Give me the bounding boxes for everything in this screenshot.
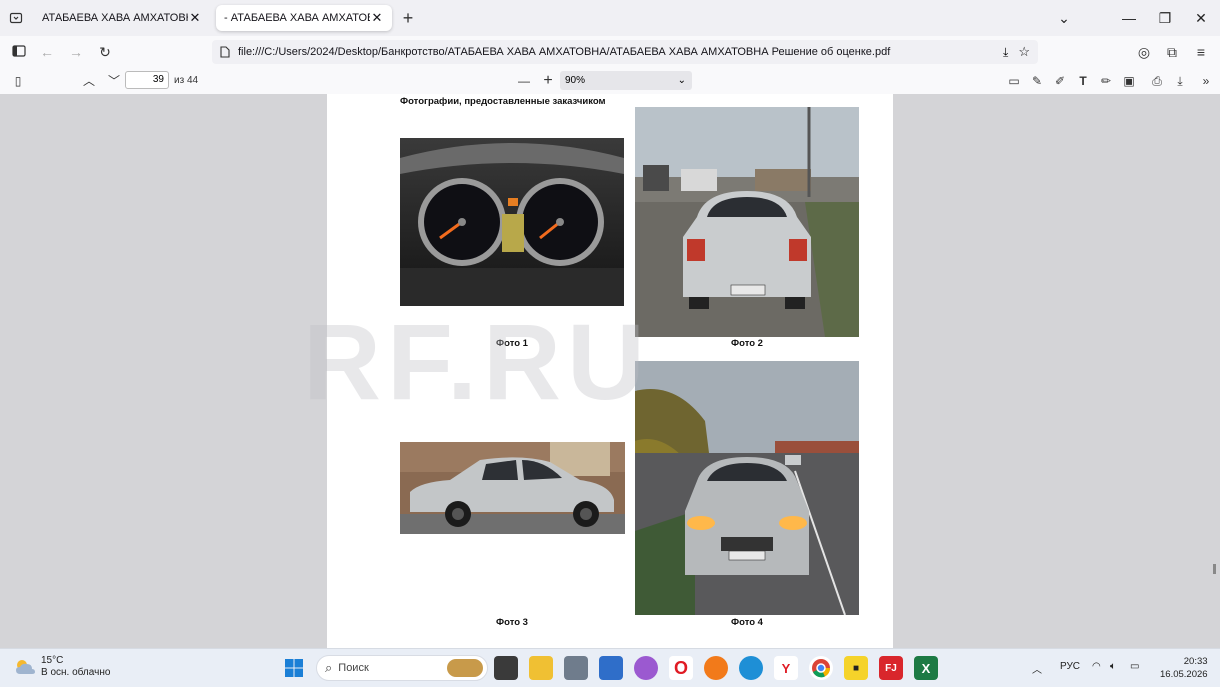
highlight-icon[interactable]: ✐ (1050, 71, 1070, 91)
url-text: file:///C:/Users/2024/Desktop/Банкротств… (238, 46, 891, 58)
close-tab-2-icon[interactable]: ✕ (370, 10, 384, 26)
edge-icon[interactable] (739, 656, 763, 680)
tab-2-title: - АТАБАЕВА ХАВА АМХАТОВНА Ре (224, 12, 370, 24)
bookmark-star-icon[interactable]: ☆ (1018, 44, 1030, 60)
file-explorer-icon[interactable] (529, 656, 553, 680)
tab-2[interactable]: - АТАБАЕВА ХАВА АМХАТОВНА Ре ✕ (216, 5, 392, 31)
more-tools-icon[interactable]: » (1196, 71, 1216, 91)
search-placeholder: Поиск (338, 662, 369, 674)
comment-icon[interactable]: ▭ (1004, 71, 1024, 91)
page-total: из 44 (174, 75, 199, 86)
fastreport-icon[interactable]: FJ (879, 656, 903, 680)
previous-page-icon[interactable]: ︿ (79, 71, 99, 91)
calculator-icon[interactable] (564, 656, 588, 680)
scrollbar-thumb[interactable] (1213, 564, 1216, 574)
restore-icon[interactable]: ❐ (1154, 8, 1176, 28)
tab-1-title: АТАБАЕВА ХАВА АМХАТОВНА Пол (42, 12, 188, 24)
wifi-icon[interactable]: ◠ (1092, 661, 1101, 672)
tab-bar: АТАБАЕВА ХАВА АМХАТОВНА Пол ✕ - АТАБАЕВА… (0, 0, 1220, 36)
page-number-input[interactable]: 39 (125, 71, 169, 89)
weather-temp: 15°C (41, 655, 64, 666)
page-heading: Фотографии, предоставленные заказчиком (400, 96, 606, 107)
pdf-toolbar: ▯ ︿ ﹀ 39 из 44 — + 90% ⌄ ▭ ✎ ✐ T ✏ ▣ ⎙ ⤓… (0, 68, 1220, 95)
excel-icon[interactable]: X (914, 656, 938, 680)
download-icon[interactable]: ⤓ (1170, 71, 1190, 91)
yandex-browser-icon[interactable]: Y (774, 656, 798, 680)
new-tab-icon[interactable]: + (398, 8, 418, 28)
minimize-icon[interactable]: — (1118, 8, 1140, 28)
zoom-in-icon[interactable]: + (538, 71, 558, 91)
navigation-bar: ← → ↻ file:///C:/Users/2024/Desktop/Банк… (0, 36, 1220, 69)
opera-icon[interactable]: O (669, 656, 693, 680)
start-icon[interactable] (282, 656, 306, 680)
language-indicator[interactable]: РУС (1060, 661, 1080, 672)
pdf-viewer[interactable]: Фотографии, предоставленные заказчиком Ф… (0, 94, 1220, 648)
photo-4-caption: Фото 4 (731, 617, 763, 628)
taskbar: 15°C В осн. облачно ⌕ Поиск O Y ■ FJ X ︿… (0, 648, 1220, 687)
sidebar-toggle-icon[interactable] (9, 42, 29, 62)
weather-desc: В осн. облачно (41, 667, 111, 678)
chrome-icon[interactable] (809, 656, 833, 680)
photo-1-dashboard (400, 138, 624, 306)
photo-2-caption: Фото 2 (731, 338, 763, 349)
weather-widget[interactable]: 15°C В осн. облачно (14, 655, 110, 679)
search-highlight-icon (447, 659, 483, 677)
next-page-icon[interactable]: ﹀ (104, 71, 124, 91)
copilot-icon[interactable] (634, 656, 658, 680)
cloud-sun-icon (16, 660, 35, 674)
chevron-down-icon: ⌄ (677, 75, 686, 86)
photo-2-car-rear (635, 107, 859, 337)
edit-icon[interactable]: ✎ (1027, 71, 1047, 91)
close-window-icon[interactable]: ✕ (1190, 8, 1212, 28)
save-to-device-icon[interactable]: ⤓ (1003, 45, 1008, 60)
clock-time: 20:33 (1183, 656, 1208, 667)
taskbar-search[interactable]: ⌕ Поиск (316, 655, 488, 681)
photo-3-caption: Фото 3 (496, 617, 528, 628)
tab-list-icon[interactable] (6, 8, 26, 28)
show-hidden-icons[interactable]: ︿ (1032, 661, 1042, 676)
watermark: RF.RU (303, 301, 651, 422)
print-icon[interactable]: ⎙ (1147, 71, 1167, 91)
text-icon[interactable]: T (1073, 71, 1093, 91)
url-bar[interactable]: file:///C:/Users/2024/Desktop/Банкротств… (212, 40, 1038, 64)
clock-date: 16.05.2026 (1160, 669, 1208, 680)
forward-icon[interactable]: → (66, 42, 86, 62)
task-view-icon[interactable] (494, 656, 518, 680)
pdf-sidebar-icon[interactable]: ▯ (8, 71, 28, 91)
image-icon[interactable]: ▣ (1119, 71, 1139, 91)
zoom-value: 90% (565, 75, 586, 86)
zoom-out-icon[interactable]: — (514, 71, 534, 91)
back-icon[interactable]: ← (37, 42, 57, 62)
volume-icon[interactable]: 🔈︎ (1110, 661, 1116, 672)
photo-3-car-side (400, 442, 625, 534)
extensions-icon[interactable]: ⧉ (1162, 42, 1182, 62)
photo-4-car-front (635, 361, 859, 615)
list-all-tabs-icon[interactable]: ⌄ (1053, 8, 1075, 28)
menu-icon[interactable]: ≡ (1191, 42, 1211, 62)
file-icon (220, 46, 230, 58)
battery-icon[interactable]: ▭ (1130, 661, 1139, 672)
reload-icon[interactable]: ↻ (95, 42, 115, 62)
search-icon: ⌕ (325, 660, 333, 675)
tab-1[interactable]: АТАБАЕВА ХАВА АМХАТОВНА Пол ✕ (34, 5, 210, 31)
account-icon[interactable]: ◎ (1134, 42, 1154, 62)
close-tab-1-icon[interactable]: ✕ (188, 10, 202, 26)
store-icon[interactable] (599, 656, 623, 680)
sticky-notes-icon[interactable]: ■ (844, 656, 868, 680)
zoom-select[interactable]: 90% ⌄ (560, 71, 692, 90)
firefox-icon[interactable] (704, 656, 728, 680)
draw-icon[interactable]: ✏ (1096, 71, 1116, 91)
clock[interactable]: 20:33 16.05.2026 (1160, 655, 1208, 681)
